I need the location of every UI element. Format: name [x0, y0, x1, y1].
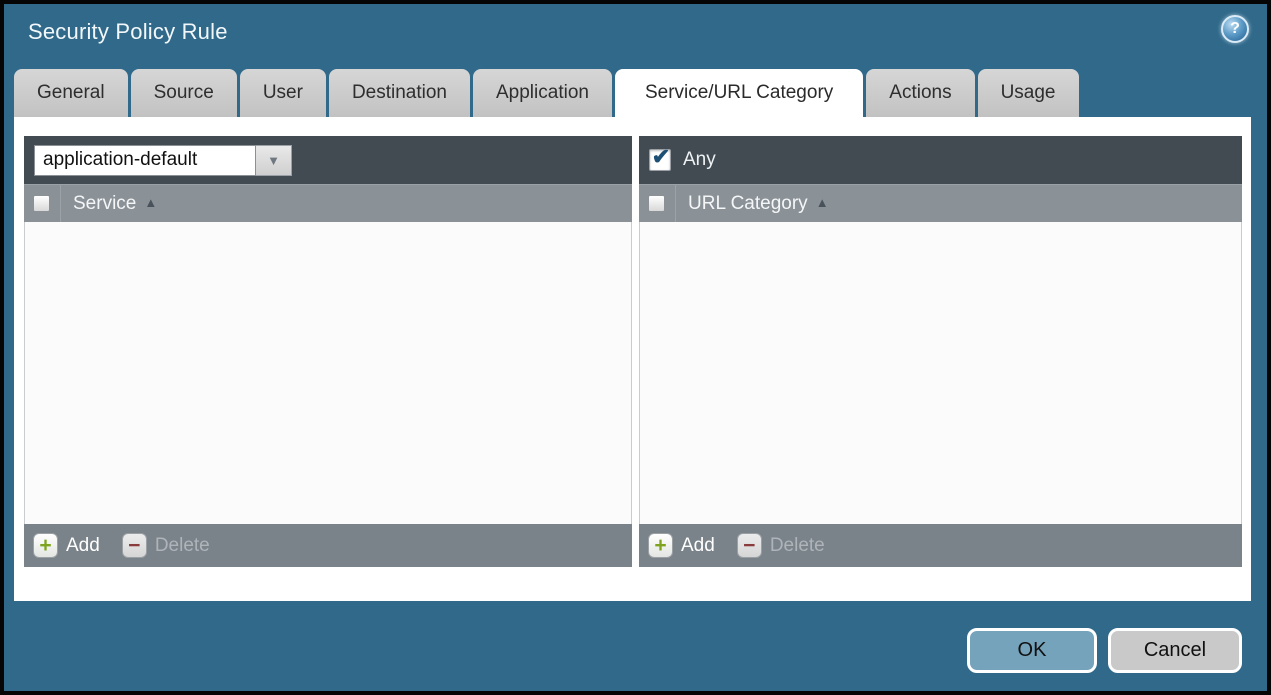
url-category-toolbar: ✔ Any — [639, 136, 1242, 184]
delete-icon: − — [736, 533, 762, 558]
cancel-button-label: Cancel — [1143, 639, 1207, 661]
tab-general[interactable]: General — [14, 69, 128, 117]
url-category-footer: + Add − Delete — [639, 524, 1242, 567]
add-button-label: Add — [681, 534, 715, 556]
url-category-panel: ✔ Any URL Category ▲ + Add − Delete — [639, 136, 1242, 567]
column-divider — [60, 184, 61, 223]
delete-button-label: Delete — [154, 534, 210, 556]
service-column-label: Service — [73, 192, 137, 214]
tab-application[interactable]: Application — [473, 69, 612, 117]
url-category-column-header-row[interactable]: URL Category ▲ — [639, 184, 1242, 223]
chevron-down-icon: ▼ — [267, 152, 280, 168]
tab-actions[interactable]: Actions — [866, 69, 975, 117]
tab-source[interactable]: Source — [130, 69, 237, 117]
any-checkbox-label: Any — [683, 149, 716, 170]
ok-button[interactable]: OK — [967, 628, 1097, 673]
delete-button-label: Delete — [769, 534, 825, 556]
ok-button-label: OK — [1017, 639, 1047, 661]
url-category-list[interactable] — [639, 222, 1242, 524]
tab-service-url-category[interactable]: Service/URL Category — [614, 69, 864, 117]
add-icon: + — [648, 533, 673, 558]
cancel-button[interactable]: Cancel — [1108, 628, 1242, 673]
help-icon-glyph: ? — [1230, 20, 1240, 37]
tab-destination[interactable]: Destination — [328, 69, 470, 117]
service-add-button[interactable]: + Add — [33, 533, 100, 558]
service-delete-button[interactable]: − Delete — [121, 533, 210, 558]
dialog-body: ▼ Service ▲ + Add − Delete ✔ Any — [14, 117, 1251, 601]
service-type-dropdown-button[interactable]: ▼ — [256, 144, 292, 176]
service-type-dropdown-input[interactable] — [34, 144, 256, 176]
service-list[interactable] — [24, 222, 632, 524]
tab-usage[interactable]: Usage — [977, 69, 1079, 117]
tab-bar: General Source User Destination Applicat… — [14, 69, 1079, 117]
delete-icon: − — [121, 533, 147, 558]
any-checkbox[interactable]: ✔ — [649, 146, 671, 171]
service-toolbar: ▼ — [24, 136, 632, 184]
service-column-header-row[interactable]: Service ▲ — [24, 184, 632, 223]
sort-asc-icon[interactable]: ▲ — [144, 195, 157, 210]
sort-asc-icon[interactable]: ▲ — [816, 195, 829, 210]
service-footer: + Add − Delete — [24, 524, 632, 567]
service-panel: ▼ Service ▲ + Add − Delete — [24, 136, 632, 567]
add-icon: + — [33, 533, 58, 558]
url-category-column-label: URL Category — [688, 192, 808, 214]
column-divider — [675, 184, 676, 223]
url-category-select-all-checkbox[interactable] — [648, 195, 665, 212]
tab-user[interactable]: User — [239, 69, 326, 117]
add-button-label: Add — [66, 534, 100, 556]
dialog-title: Security Policy Rule — [28, 19, 228, 44]
url-category-delete-button[interactable]: − Delete — [736, 533, 825, 558]
service-select-all-checkbox[interactable] — [33, 195, 50, 212]
help-icon[interactable]: ? — [1221, 15, 1249, 43]
url-category-add-button[interactable]: + Add — [648, 533, 715, 558]
